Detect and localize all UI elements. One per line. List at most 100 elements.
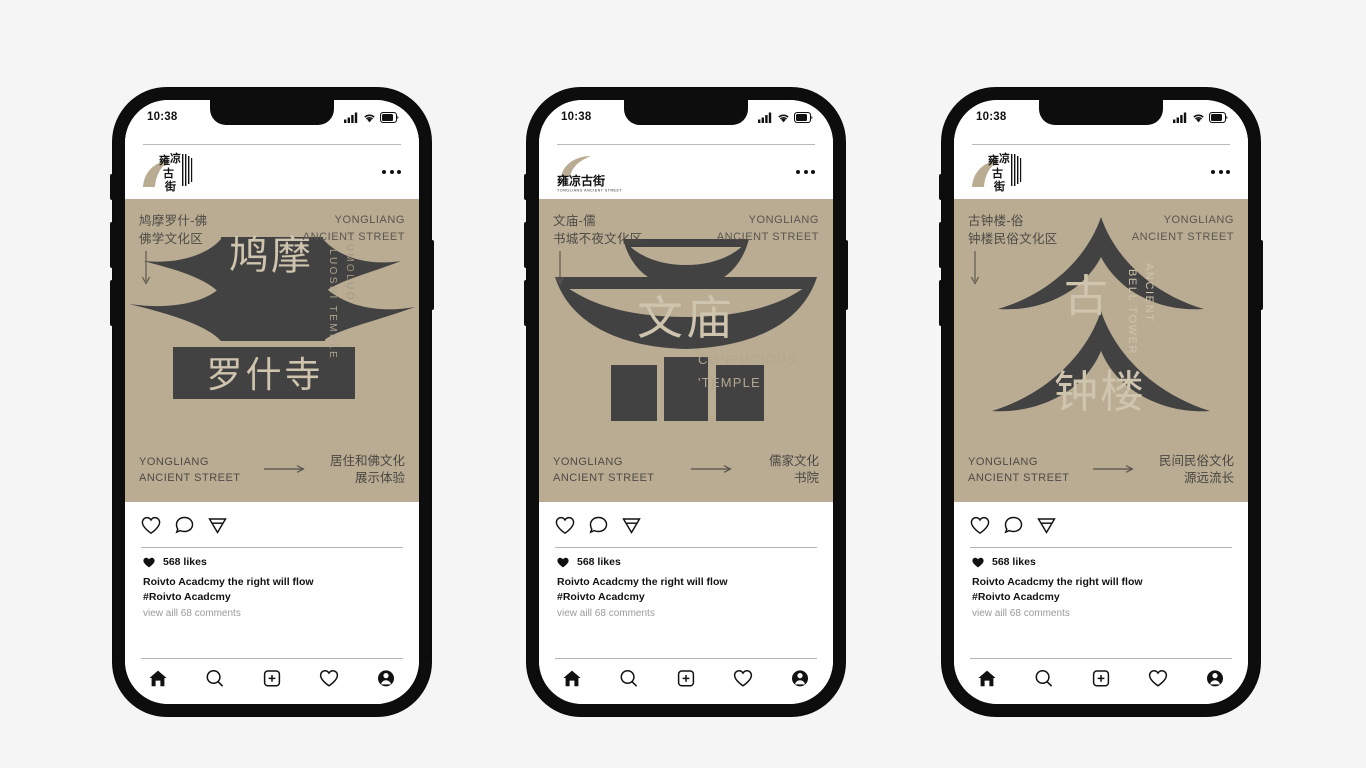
app-header: 雍 凉 古 街 <box>125 134 419 199</box>
status-icon-group <box>758 111 813 123</box>
phone-mockup-2: 10:38 雍 凉 古 街 YONGLIANG ANCIENT STREET 文… <box>524 88 848 716</box>
zone-title-line-1: 鸠摩罗什-佛 <box>139 214 208 228</box>
zone-title-line-2: 书城不夜文化区 <box>553 232 643 247</box>
battery-icon <box>380 111 399 123</box>
brand-name-en: YONGLIANG ANCIENT STREET <box>302 214 405 243</box>
arrow-right-icon <box>690 461 733 479</box>
artwork-cn-bottom: 钟楼 <box>1054 368 1146 417</box>
plus-square-icon[interactable] <box>262 669 282 688</box>
volume-down-button[interactable] <box>939 280 943 326</box>
post-action-bar <box>539 502 833 548</box>
app-header: 雍 凉 古 街 <box>954 134 1248 199</box>
post-action-bar <box>125 502 419 548</box>
svg-text:街: 街 <box>164 179 176 193</box>
search-icon[interactable] <box>1034 669 1054 688</box>
view-comments-link[interactable]: view aill 68 comments <box>972 608 1230 619</box>
zone-title: 古钟楼-俗 钟楼民俗文化区 <box>968 212 1058 248</box>
home-filled-icon[interactable] <box>562 669 582 688</box>
zone-title-line-1: 文庙-儒 <box>553 214 596 228</box>
svg-text:凉: 凉 <box>569 173 581 188</box>
wifi-icon <box>364 114 375 122</box>
post-caption-hashtag: #Roivto Acadcmy <box>972 591 1060 604</box>
home-filled-icon[interactable] <box>148 669 168 688</box>
likes-count: 568 likes <box>163 556 207 568</box>
volume-up-button[interactable] <box>524 222 528 268</box>
volume-down-button[interactable] <box>524 280 528 326</box>
status-clock: 10:38 <box>147 111 178 123</box>
likes-count: 568 likes <box>577 556 621 568</box>
mute-switch[interactable] <box>524 174 528 200</box>
power-button[interactable] <box>844 240 848 310</box>
paper-plane-icon[interactable] <box>208 516 227 535</box>
post-footer-brand: YONGLIANG ANCIENT STREET <box>968 455 1070 485</box>
view-comments-link[interactable]: view aill 68 comments <box>557 608 815 619</box>
brand-logo-tagline: YONGLIANG ANCIENT STREET <box>557 189 622 193</box>
post-footer-description: 居住和佛文化 展示体验 <box>329 453 405 486</box>
search-icon[interactable] <box>619 669 639 688</box>
artwork-en-vertical-2: BELL TOWER <box>1126 269 1138 355</box>
notch <box>210 100 334 125</box>
more-options-icon[interactable] <box>1211 170 1232 174</box>
svg-text:凉: 凉 <box>170 151 181 165</box>
brand-logo-vertical[interactable]: 雍 凉 古 街 <box>141 149 203 195</box>
post-image[interactable]: 文庙 CONFUCIOUS 'TEMPLE 文庙-儒 书城不夜文化区 YONGL… <box>539 199 833 502</box>
heart-outline-icon[interactable] <box>970 516 990 535</box>
plus-square-icon[interactable] <box>1091 669 1111 688</box>
brand-name-en: YONGLIANG ANCIENT STREET <box>1131 214 1234 243</box>
person-filled-icon[interactable] <box>790 669 810 688</box>
more-options-icon[interactable] <box>382 170 403 174</box>
svg-text:街: 街 <box>993 179 1005 193</box>
screenshot-canvas: 10:38 雍 凉 古 街 鸠摩 罗什寺 LUOSHI TEMPLE JIUMO… <box>0 0 1366 768</box>
wifi-icon <box>778 114 789 122</box>
post-image[interactable]: 古 钟楼 ANCIENT BELL TOWER 古钟楼-俗 钟楼民俗文化区 YO… <box>954 199 1248 502</box>
comment-bubble-icon[interactable] <box>589 516 608 535</box>
bottom-nav <box>125 658 419 704</box>
search-icon[interactable] <box>205 669 225 688</box>
status-icon-group <box>1173 111 1228 123</box>
heart-outline-icon[interactable] <box>555 516 575 535</box>
person-filled-icon[interactable] <box>376 669 396 688</box>
paper-plane-icon[interactable] <box>622 516 641 535</box>
phone-mockup-3: 10:38 雍 凉 古 街 古 钟楼 ANCIENT BELL TOWER 古钟… <box>939 88 1263 716</box>
paper-plane-icon[interactable] <box>1037 516 1056 535</box>
post-footer-description: 儒家文化 书院 <box>768 453 819 486</box>
svg-text:雍: 雍 <box>988 153 999 167</box>
heart-outline-icon[interactable] <box>141 516 161 535</box>
arrow-down-icon <box>141 251 151 290</box>
brand-logo-vertical[interactable]: 雍 凉 古 街 <box>970 149 1032 195</box>
view-comments-link[interactable]: view aill 68 comments <box>143 608 401 619</box>
post-meta: 568 likes Roivto Acadcmy the right will … <box>125 548 419 658</box>
home-filled-icon[interactable] <box>977 669 997 688</box>
mute-switch[interactable] <box>939 174 943 200</box>
artwork-cn-bottom: 罗什寺 <box>206 354 323 395</box>
post-image[interactable]: 鸠摩 罗什寺 LUOSHI TEMPLE JIUMOLUO 鸠摩罗什-佛 佛学文… <box>125 199 419 502</box>
mute-switch[interactable] <box>110 174 114 200</box>
phone-screen: 10:38 <box>954 100 1248 704</box>
brand-logo-mark: 雍 凉 古 街 <box>143 151 193 193</box>
post-footer-brand: YONGLIANG ANCIENT STREET <box>139 455 241 485</box>
post-footer-description: 民间民俗文化 源远流长 <box>1158 453 1234 486</box>
volume-up-button[interactable] <box>110 222 114 268</box>
power-button[interactable] <box>430 240 434 310</box>
heart-outline-icon[interactable] <box>1148 669 1168 688</box>
plus-square-icon[interactable] <box>676 669 696 688</box>
more-options-icon[interactable] <box>796 170 817 174</box>
notch <box>624 100 748 125</box>
comment-bubble-icon[interactable] <box>175 516 194 535</box>
comment-bubble-icon[interactable] <box>1004 516 1023 535</box>
zone-title-line-2: 佛学文化区 <box>139 232 204 247</box>
heart-outline-icon[interactable] <box>733 669 753 688</box>
heart-outline-icon[interactable] <box>319 669 339 688</box>
volume-up-button[interactable] <box>939 222 943 268</box>
cellular-bars-icon <box>758 112 772 123</box>
brand-logo-horizontal[interactable]: 雍 凉 古 街 YONGLIANG ANCIENT STREET <box>555 153 623 193</box>
phone-screen: 10:38 <box>125 100 419 704</box>
volume-down-button[interactable] <box>110 280 114 326</box>
cellular-bars-icon <box>1173 112 1187 123</box>
power-button[interactable] <box>1259 240 1263 310</box>
artwork-en-line-1: CONFUCIOUS <box>698 352 797 367</box>
heart-filled-icon <box>143 557 155 567</box>
person-filled-icon[interactable] <box>1205 669 1225 688</box>
post-caption-line-1: Roivto Acadcmy the right will flow <box>972 576 1143 588</box>
zone-title-line-2: 钟楼民俗文化区 <box>968 232 1058 247</box>
